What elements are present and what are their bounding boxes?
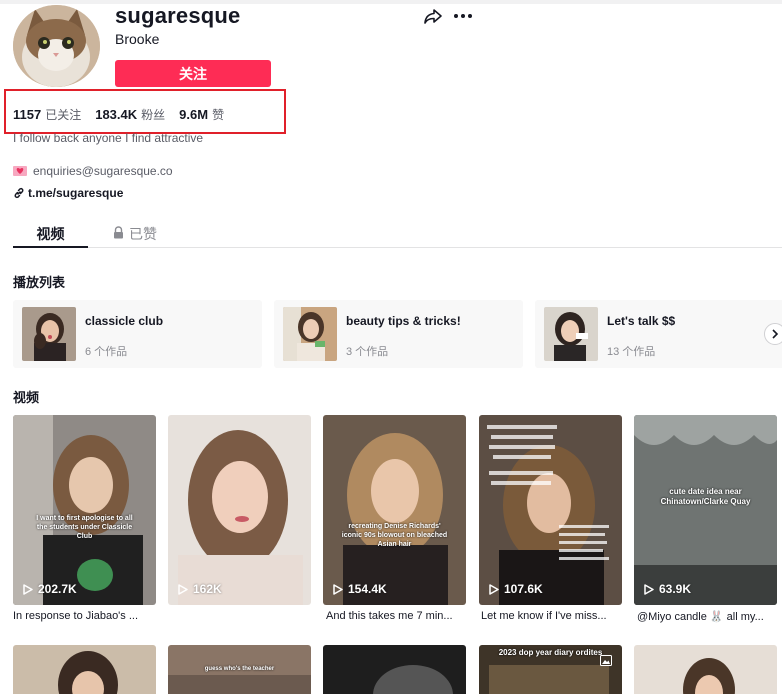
likes-label: 赞: [212, 108, 225, 122]
video-card[interactable]: [323, 645, 466, 694]
playlist-thumbnail-image: [544, 307, 598, 361]
video-thumbnail-image: [479, 415, 622, 605]
video-views-count: 202.7K: [38, 582, 77, 596]
playlist-count: 13 个作品: [607, 346, 656, 358]
bio-text: I follow back anyone I find attractive: [13, 131, 204, 145]
playlist-name: classicle club: [85, 314, 164, 328]
nickname: Brooke: [115, 31, 160, 47]
username: sugaresque: [115, 3, 241, 28]
followers-label: 粉丝: [141, 108, 166, 122]
play-icon: [644, 583, 654, 595]
lock-icon: [114, 226, 123, 239]
playlist-card[interactable]: beauty tips & tricks! 3 个作品: [274, 300, 523, 368]
profile-stats: 1157 已关注 183.4K 粉丝 9.6M 赞: [13, 106, 238, 123]
video-thumbnail-image: [168, 415, 311, 605]
play-icon: [178, 583, 188, 595]
video-views: 63.9K: [644, 582, 691, 596]
video-caption[interactable]: And this takes me 7 min...: [326, 610, 469, 622]
video-card[interactable]: I want to first apologise to all the stu…: [13, 415, 156, 605]
more-options-icon[interactable]: [453, 6, 473, 26]
follow-button[interactable]: 关注: [115, 60, 271, 87]
video-views: 154.4K: [333, 582, 387, 596]
video-views: 162K: [178, 582, 222, 596]
tab-liked[interactable]: 已赞: [113, 218, 157, 248]
video-overlay-text: guess who's the teacher: [204, 666, 275, 672]
video-card[interactable]: [634, 645, 777, 694]
tab-active-underline: [13, 246, 88, 248]
video-card[interactable]: cute date idea near Chinatown/Clarke Qua…: [634, 415, 777, 605]
playlist-count: 6 个作品: [85, 346, 128, 358]
playlist-name: beauty tips & tricks!: [346, 314, 461, 328]
video-views-count: 154.4K: [348, 582, 387, 596]
video-overlay-text: I want to first apologise to all the stu…: [36, 515, 133, 540]
email-row: enquiries@sugaresque.co: [13, 164, 173, 178]
video-views: 202.7K: [23, 582, 77, 596]
play-icon: [23, 583, 33, 595]
tab-videos-label: 视频: [36, 226, 65, 242]
likes-count: 9.6M: [179, 107, 209, 122]
following-count[interactable]: 1157: [13, 107, 41, 122]
play-icon: [489, 583, 499, 595]
playlist-thumbnail: [283, 307, 337, 361]
video-views-count: 107.6K: [504, 582, 543, 596]
following-label: 已关注: [45, 108, 82, 122]
video-views-count: 63.9K: [659, 582, 692, 596]
playlist-next-button[interactable]: [764, 323, 782, 345]
photo-icon: [600, 655, 612, 666]
videos-section-title: 视频: [13, 390, 40, 405]
video-views: 107.6K: [489, 582, 543, 596]
avatar[interactable]: [13, 5, 100, 87]
playlist-thumbnail-image: [22, 307, 76, 361]
video-caption[interactable]: In response to Jiabao's ...: [13, 610, 156, 622]
video-thumbnail-image: [323, 645, 466, 694]
video-views-count: 162K: [193, 582, 222, 596]
video-caption[interactable]: Let me know if I've miss...: [481, 610, 624, 622]
play-icon: [333, 583, 343, 595]
playlist-name: Let's talk $$: [607, 314, 676, 328]
cat-avatar-image: [13, 5, 100, 87]
share-icon[interactable]: [423, 6, 443, 26]
playlist-thumbnail-image: [283, 307, 337, 361]
video-caption[interactable]: @Miyo candle 🐰 all my...: [637, 610, 775, 623]
playlist-section-title: 播放列表: [13, 275, 66, 290]
video-thumbnail-image: [634, 415, 777, 605]
video-card[interactable]: guess who's the teacher: [168, 645, 311, 694]
video-card[interactable]: 2023 dop year diary ordites: [479, 645, 622, 694]
video-thumbnail-image: [13, 645, 156, 694]
profile-link[interactable]: t.me/sugaresque: [13, 186, 123, 200]
link-text: t.me/sugaresque: [28, 186, 124, 200]
video-thumbnail-image: [323, 415, 466, 605]
playlist-count: 3 个作品: [346, 346, 389, 358]
playlist-thumbnail: [22, 307, 76, 361]
video-card[interactable]: 107.6K: [479, 415, 622, 605]
tab-videos[interactable]: 视频: [13, 218, 88, 248]
profile-tabs: 视频 已赞: [13, 218, 782, 248]
followers-count[interactable]: 183.4K: [95, 107, 137, 122]
link-icon: [14, 187, 24, 199]
video-overlay-text: recreating Denise Richards' iconic 90s b…: [341, 523, 448, 548]
video-card[interactable]: 162K: [168, 415, 311, 605]
video-card[interactable]: [13, 645, 156, 694]
playlist-thumbnail: [544, 307, 598, 361]
playlist-card[interactable]: classicle club 6 个作品: [13, 300, 262, 368]
video-card[interactable]: recreating Denise Richards' iconic 90s b…: [323, 415, 466, 605]
playlist-card[interactable]: Let's talk $$ 13 个作品: [535, 300, 782, 368]
chevron-right-icon: [772, 329, 779, 339]
video-thumbnail-image: [634, 645, 777, 694]
video-overlay-text: cute date idea near Chinatown/Clarke Qua…: [660, 487, 751, 506]
video-thumbnail-image: [13, 415, 156, 605]
email-text: enquiries@sugaresque.co: [33, 164, 173, 178]
heart-letter-icon: [13, 166, 27, 176]
tab-liked-label: 已赞: [129, 226, 157, 242]
